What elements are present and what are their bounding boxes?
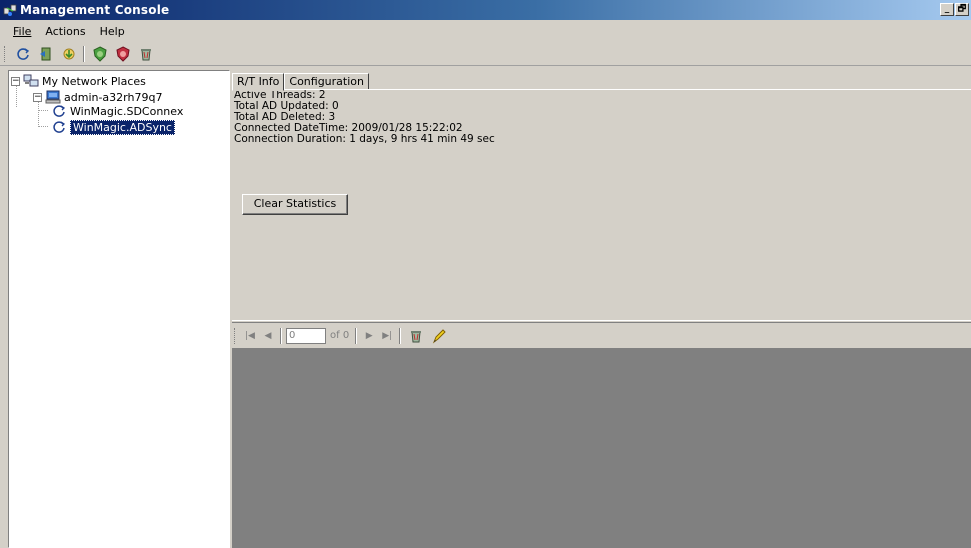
navigator-separator	[280, 327, 282, 344]
download-icon[interactable]	[58, 44, 79, 64]
next-record-button[interactable]: ▶	[361, 328, 377, 344]
network-tree[interactable]: − My Network Places − admin-a32rh79q7 Wi…	[8, 70, 230, 548]
window-title: Management Console	[20, 3, 170, 17]
tree-label: WinMagic.SDConnex	[70, 104, 184, 118]
record-navigator: |◀ ◀ of 0 ▶ ▶|	[232, 324, 971, 347]
data-grid-area[interactable]	[232, 348, 971, 548]
tree-label: My Network Places	[42, 74, 146, 88]
tree-item-network-places[interactable]: − My Network Places	[11, 73, 146, 89]
tree-connector	[38, 110, 48, 111]
navigator-separator	[355, 327, 358, 344]
menu-actions[interactable]: Actions	[38, 23, 92, 40]
computer-icon	[45, 90, 61, 104]
navigator-separator	[399, 327, 402, 344]
edit-pencil-icon[interactable]	[428, 326, 449, 346]
previous-record-button[interactable]: ◀	[260, 328, 276, 344]
title-bar[interactable]: Management Console _ 🗗	[0, 0, 971, 20]
main-toolbar	[0, 42, 971, 66]
app-icon	[3, 3, 17, 17]
restore-button[interactable]: 🗗	[955, 3, 969, 16]
active-threads-text: Active Threads: 2	[234, 89, 326, 101]
start-shield-icon[interactable]	[89, 44, 110, 64]
network-places-icon	[23, 74, 39, 88]
collapse-expander[interactable]: −	[33, 92, 42, 102]
menu-file[interactable]: File	[6, 23, 38, 40]
menu-help[interactable]: Help	[93, 23, 132, 40]
tab-rt-info[interactable]: R/T Info	[232, 73, 285, 91]
record-count-label: of 0	[330, 330, 350, 341]
navigator-grip[interactable]	[234, 327, 237, 344]
stop-shield-icon[interactable]	[112, 44, 133, 64]
tree-item-sdconnex[interactable]: WinMagic.SDConnex	[51, 103, 183, 119]
position-input[interactable]	[286, 327, 326, 344]
rt-info-panel: Active Threads: 2 Total AD Updated: 0 To…	[232, 89, 971, 319]
first-record-button[interactable]: |◀	[242, 328, 258, 344]
toolbar-grip[interactable]	[4, 45, 7, 62]
sync-icon	[51, 104, 67, 118]
clear-statistics-button[interactable]: Clear Statistics	[242, 194, 348, 215]
delete-record-icon[interactable]	[405, 326, 426, 346]
toolbar-separator	[83, 45, 85, 62]
tree-item-adsync[interactable]: WinMagic.ADSync	[51, 119, 175, 135]
tree-connector	[38, 126, 48, 127]
last-record-button[interactable]: ▶|	[379, 328, 395, 344]
total-ad-updated-text: Total AD Updated: 0	[234, 100, 339, 112]
tree-label: admin-a32rh79q7	[64, 90, 163, 104]
tab-configuration[interactable]: Configuration	[284, 73, 369, 90]
refresh-icon[interactable]	[12, 44, 33, 64]
panel-splitter[interactable]	[232, 320, 971, 323]
sync-icon	[51, 120, 67, 134]
connection-duration-text: Connection Duration: 1 days, 9 hrs 41 mi…	[234, 133, 495, 145]
trash-icon[interactable]	[135, 44, 156, 64]
collapse-expander[interactable]: −	[11, 76, 20, 86]
minimize-button[interactable]: _	[940, 3, 954, 16]
tree-label-selected: WinMagic.ADSync	[70, 119, 175, 135]
exit-icon[interactable]	[35, 44, 56, 64]
tab-strip: R/T Info Configuration	[232, 73, 369, 91]
menu-bar: File Actions Help	[0, 20, 971, 42]
